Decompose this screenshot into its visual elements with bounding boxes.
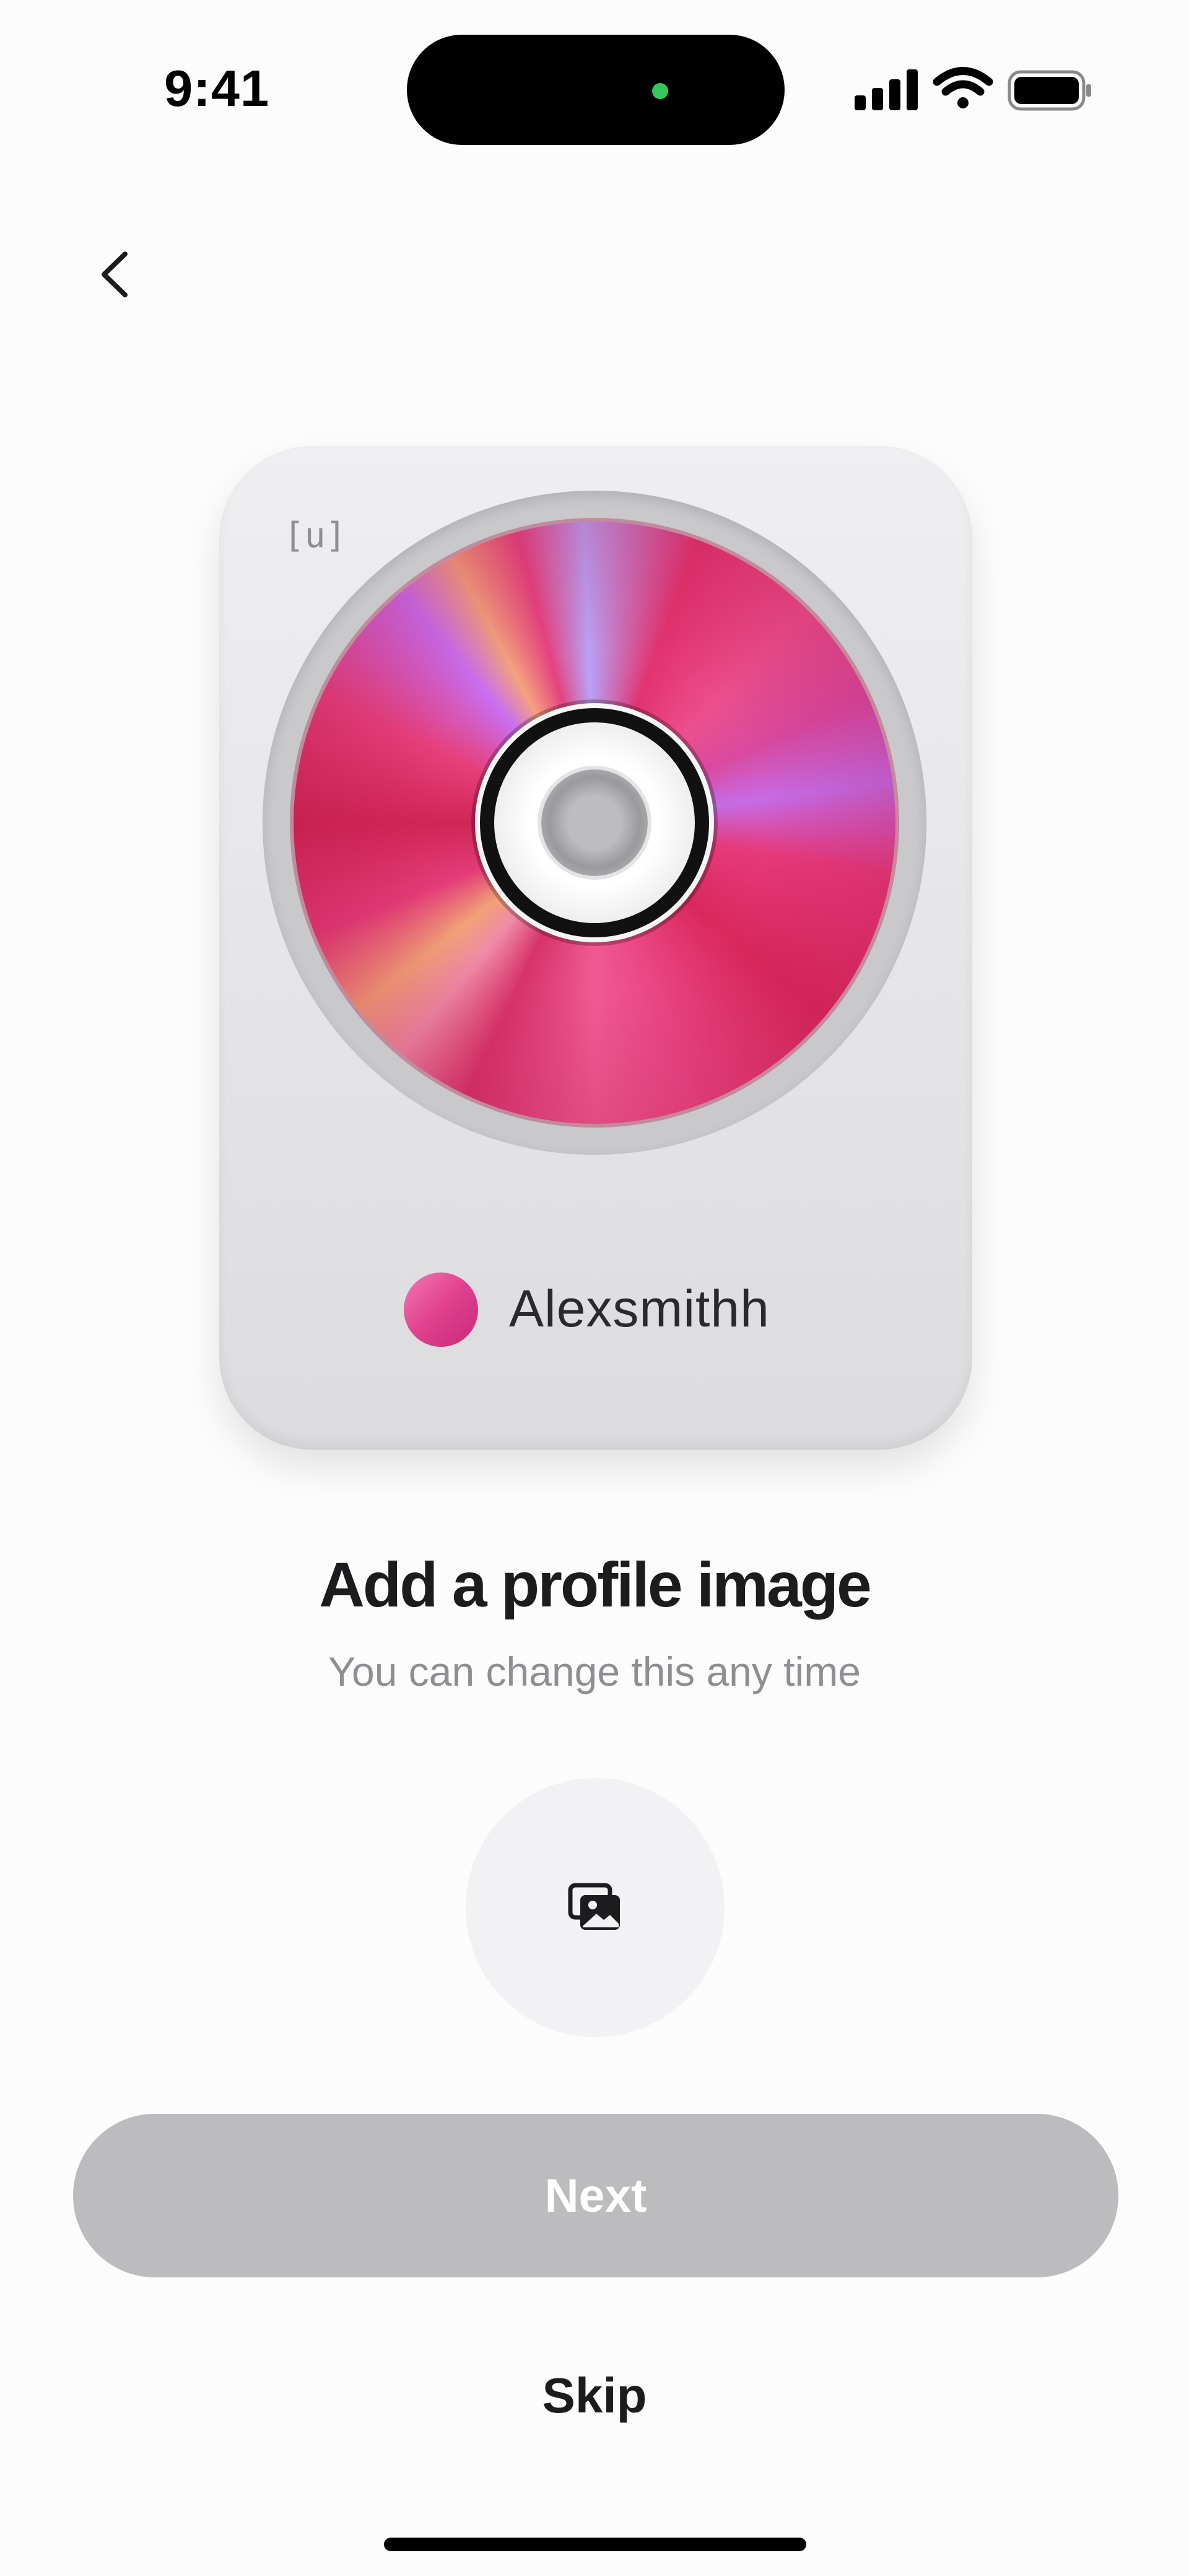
camera-indicator-dot [652,83,668,99]
photo-library-icon [568,1883,620,1930]
avatar [404,1273,478,1347]
chevron-left-icon[interactable] [93,247,136,302]
home-indicator [384,2538,806,2551]
username-label: Alexsmithh [509,1279,770,1338]
signal-icon [855,69,918,110]
next-button[interactable]: Next [73,2114,1118,2277]
add-profile-image-button[interactable] [466,1778,725,2037]
brand-logo: [u] [284,515,347,556]
page-title: Add a profile image [319,1549,872,1620]
wifi-icon [933,67,993,108]
dynamic-island [407,35,785,145]
status-time: 9:41 [164,59,270,117]
page-subtitle: You can change this any time [328,1649,861,1694]
status-icons [855,67,1091,111]
skip-button[interactable]: Skip [471,2362,718,2430]
disc-center-hole [541,769,648,876]
battery-icon [1008,70,1091,111]
